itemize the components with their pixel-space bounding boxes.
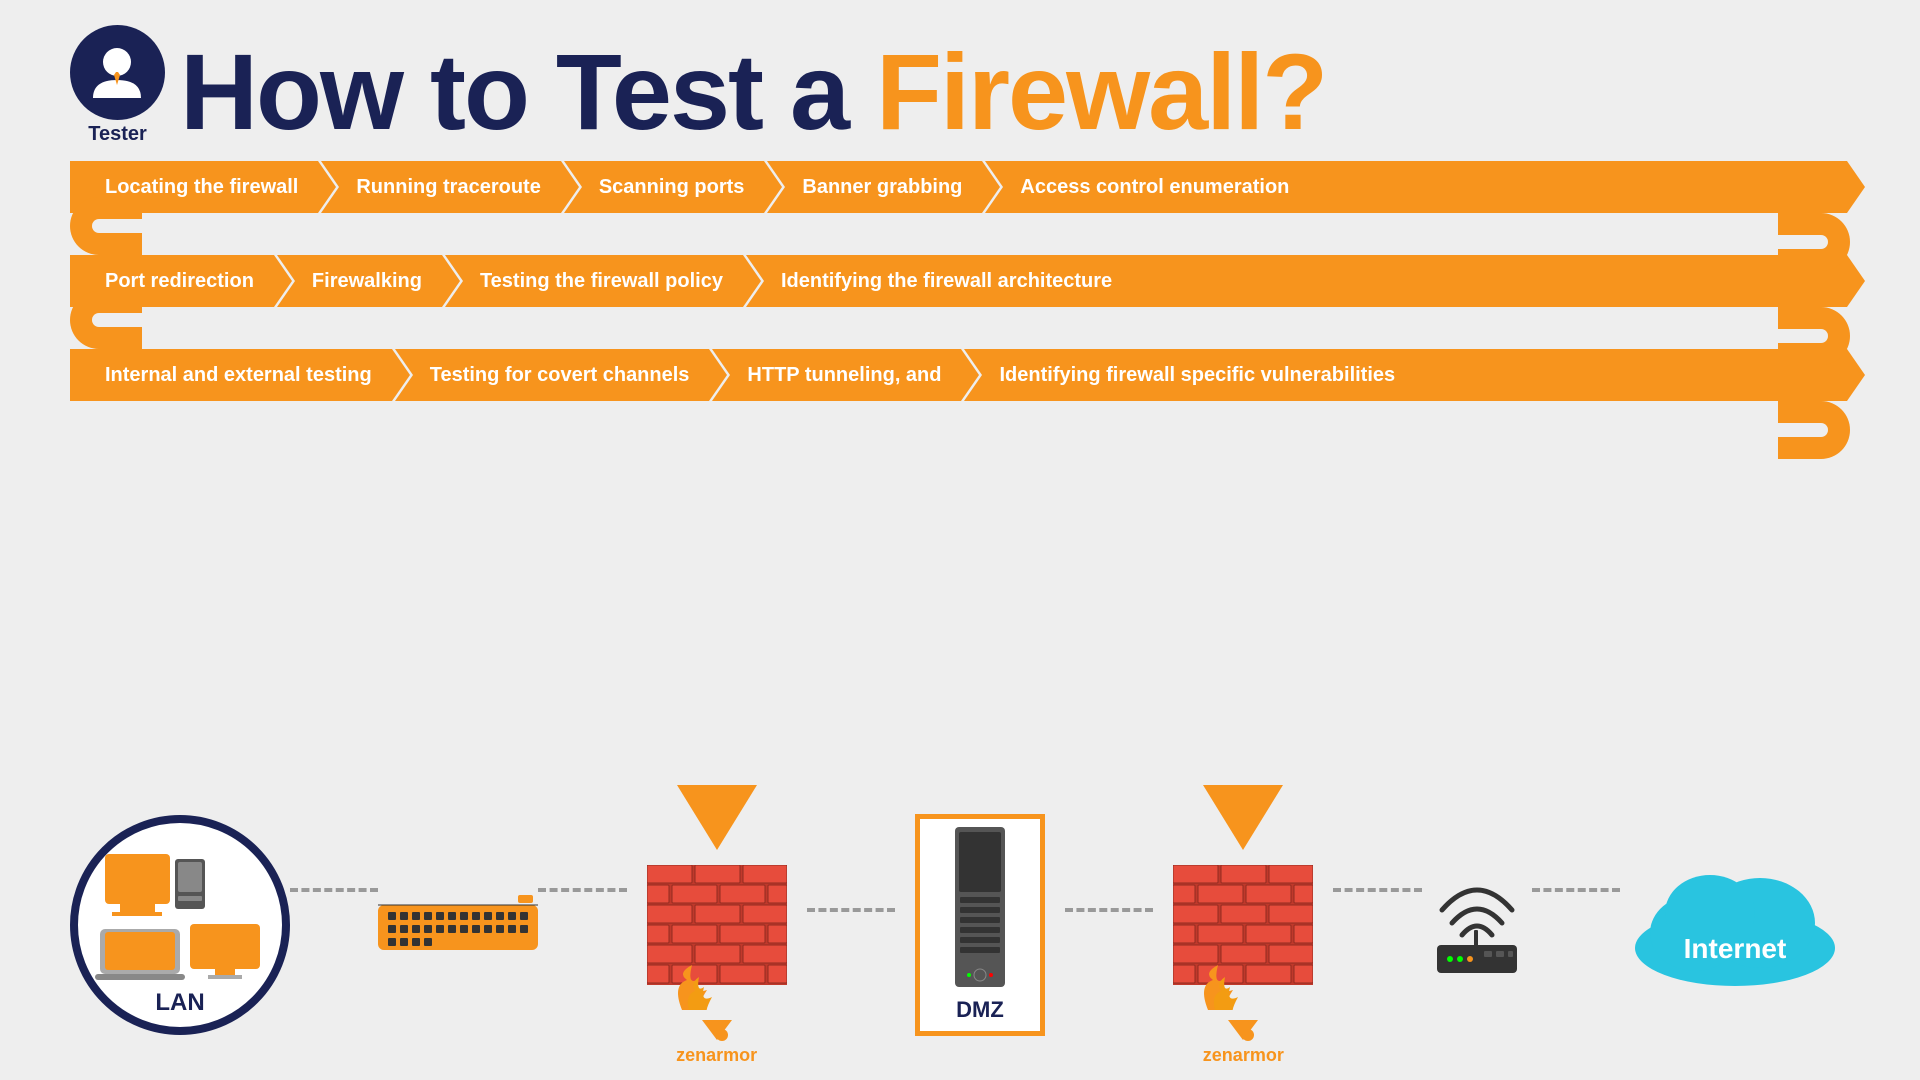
- step-row-1: Locating the firewall Running traceroute…: [70, 161, 1850, 213]
- router-group: [1422, 875, 1532, 975]
- cloud-container: Internet: [1620, 858, 1850, 993]
- cloud-icon: Internet: [1620, 858, 1850, 988]
- zenarmor-brand-2: zenarmor: [1203, 1015, 1284, 1066]
- lan-group: LAN: [70, 815, 290, 1035]
- firewall2-icon: [1173, 865, 1313, 1010]
- down-arrow-1: [667, 785, 767, 855]
- curve-right-2: [1778, 307, 1850, 365]
- step-http-tunnel: HTTP tunneling, and: [712, 349, 961, 401]
- step-firewalking: Firewalking: [277, 255, 442, 307]
- curve-gap-2: [70, 313, 1850, 349]
- dash-line-1: [290, 888, 378, 892]
- title-highlight: Firewall?: [876, 31, 1326, 152]
- dash-line-6: [1532, 888, 1620, 892]
- dash-line-2: [538, 888, 626, 892]
- row2-wrapper: Port redirection Firewalking Testing the…: [70, 255, 1850, 307]
- step-fw-arch: Identifying the firewall architecture: [746, 255, 1847, 307]
- curve-left-2: [70, 197, 142, 255]
- top-section: Tester How to Test a Firewall?: [0, 0, 1920, 146]
- curve-right-3: [1778, 401, 1850, 459]
- dash-line-3: [807, 908, 895, 912]
- page: Tester How to Test a Firewall? Locating …: [0, 0, 1920, 1080]
- down-arrow-2: [1193, 785, 1293, 855]
- wifi-router-icon: [1422, 875, 1532, 975]
- row3-wrapper: Internal and external testing Testing fo…: [70, 349, 1850, 401]
- zenarmor-brand-1: zenarmor: [676, 1015, 757, 1066]
- tester-icon-group: Tester: [70, 25, 165, 146]
- lan-label: LAN: [155, 989, 204, 1017]
- step-banner: Banner grabbing: [767, 161, 982, 213]
- zenarmor-text-1: zenarmor: [676, 1045, 757, 1066]
- step-covert: Testing for covert channels: [395, 349, 710, 401]
- firewall1-icon: [647, 865, 787, 1010]
- zenarmor-text-2: zenarmor: [1203, 1045, 1284, 1066]
- step-access-control: Access control enumeration: [985, 161, 1847, 213]
- switch-icon: [378, 890, 538, 960]
- step-row-3: Internal and external testing Testing fo…: [70, 349, 1850, 401]
- step-traceroute: Running traceroute: [321, 161, 560, 213]
- firewall1-group: zenarmor: [647, 785, 787, 1066]
- step-fw-policy: Testing the firewall policy: [445, 255, 743, 307]
- lan-circle: LAN: [70, 815, 290, 1035]
- zenarmor-logo-1: [697, 1015, 737, 1045]
- svg-text:Internet: Internet: [1684, 933, 1787, 964]
- curve-gap-1: [70, 219, 1850, 255]
- curve-left-3: [70, 291, 142, 349]
- dash-line-4: [1065, 908, 1153, 912]
- title-prefix: How to Test a: [180, 31, 876, 152]
- lan-devices-icon: [90, 834, 270, 984]
- firewall2-group: zenarmor: [1173, 785, 1313, 1066]
- server-tower-icon: [935, 827, 1025, 997]
- internet-group: Internet: [1620, 858, 1850, 993]
- step-scanning: Scanning ports: [564, 161, 765, 213]
- header-row: Tester How to Test a Firewall?: [70, 25, 1850, 146]
- firewall1-ptr: [667, 785, 767, 860]
- zenarmor-logo-2: [1223, 1015, 1263, 1045]
- firewall2-ptr: [1193, 785, 1293, 860]
- step-row-2: Port redirection Firewalking Testing the…: [70, 255, 1850, 307]
- dmz-label: DMZ: [956, 997, 1004, 1023]
- steps-section: Locating the firewall Running traceroute…: [0, 161, 1920, 401]
- row1-wrapper: Locating the firewall Running traceroute…: [70, 161, 1850, 213]
- step-fw-vuln: Identifying firewall specific vulnerabil…: [964, 349, 1847, 401]
- tester-avatar: [70, 25, 165, 120]
- tester-label: Tester: [88, 123, 147, 146]
- switch-group: [378, 890, 538, 960]
- person-icon: [85, 40, 150, 105]
- dmz-group: DMZ: [915, 814, 1045, 1036]
- network-diagram: LAN: [70, 790, 1850, 1060]
- curve-right-1: [1778, 213, 1850, 271]
- dash-line-5: [1333, 888, 1421, 892]
- main-title: How to Test a Firewall?: [180, 38, 1326, 146]
- step-internal-external: Internal and external testing: [70, 349, 392, 401]
